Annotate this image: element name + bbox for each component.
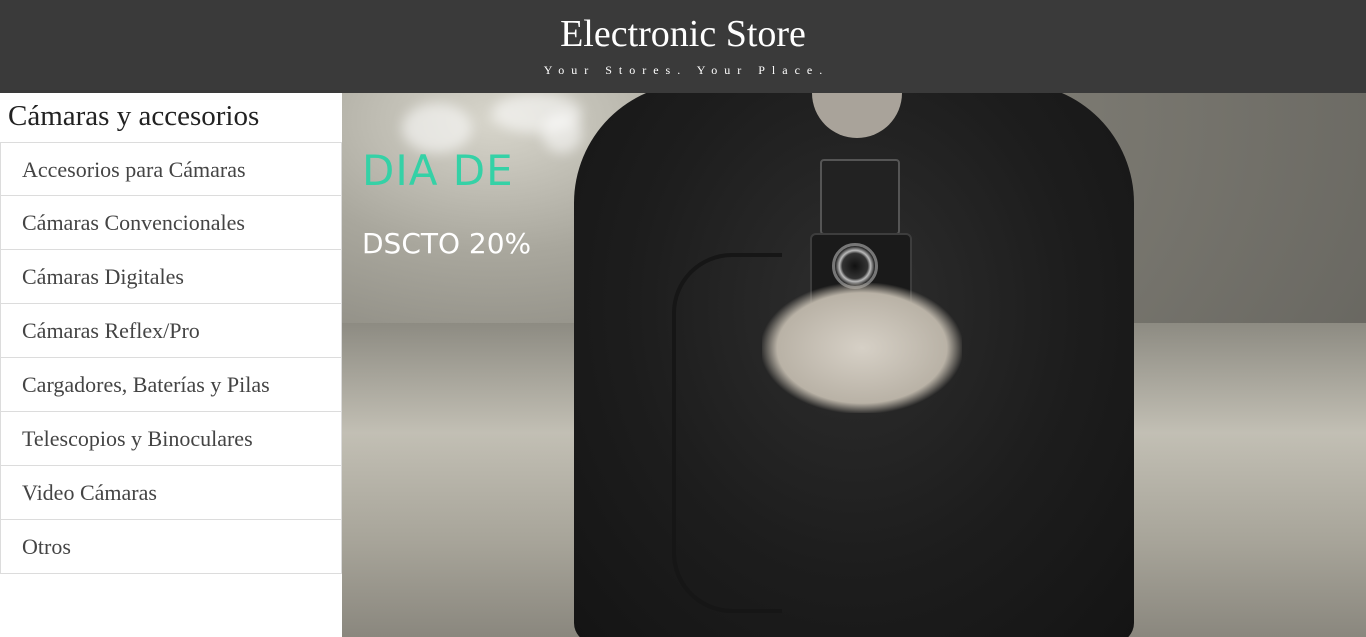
- category-sidebar: Cámaras y accesorios Accesorios para Cám…: [0, 93, 342, 637]
- site-title[interactable]: Electronic Store: [0, 12, 1366, 56]
- category-list: Accesorios para Cámaras Cámaras Convenci…: [0, 142, 342, 574]
- category-item-otros[interactable]: Otros: [0, 520, 342, 574]
- category-item-accesorios[interactable]: Accesorios para Cámaras: [0, 142, 342, 196]
- camera-viewfinder: [820, 159, 900, 235]
- category-item-video[interactable]: Video Cámaras: [0, 466, 342, 520]
- hero-hands: [762, 283, 962, 413]
- site-header: Electronic Store Your Stores. Your Place…: [0, 0, 1366, 93]
- category-item-telescopios[interactable]: Telescopios y Binoculares: [0, 412, 342, 466]
- category-item-digitales[interactable]: Cámaras Digitales: [0, 250, 342, 304]
- bokeh-light: [542, 113, 582, 153]
- site-tagline: Your Stores. Your Place.: [543, 63, 830, 77]
- category-item-reflex[interactable]: Cámaras Reflex/Pro: [0, 304, 342, 358]
- category-title: Cámaras y accesorios: [8, 100, 260, 132]
- promo-discount: DSCTO 20%: [362, 227, 532, 260]
- promo-title: DIA DE: [362, 146, 514, 195]
- category-item-convencionales[interactable]: Cámaras Convencionales: [0, 196, 342, 250]
- category-item-cargadores[interactable]: Cargadores, Baterías y Pilas: [0, 358, 342, 412]
